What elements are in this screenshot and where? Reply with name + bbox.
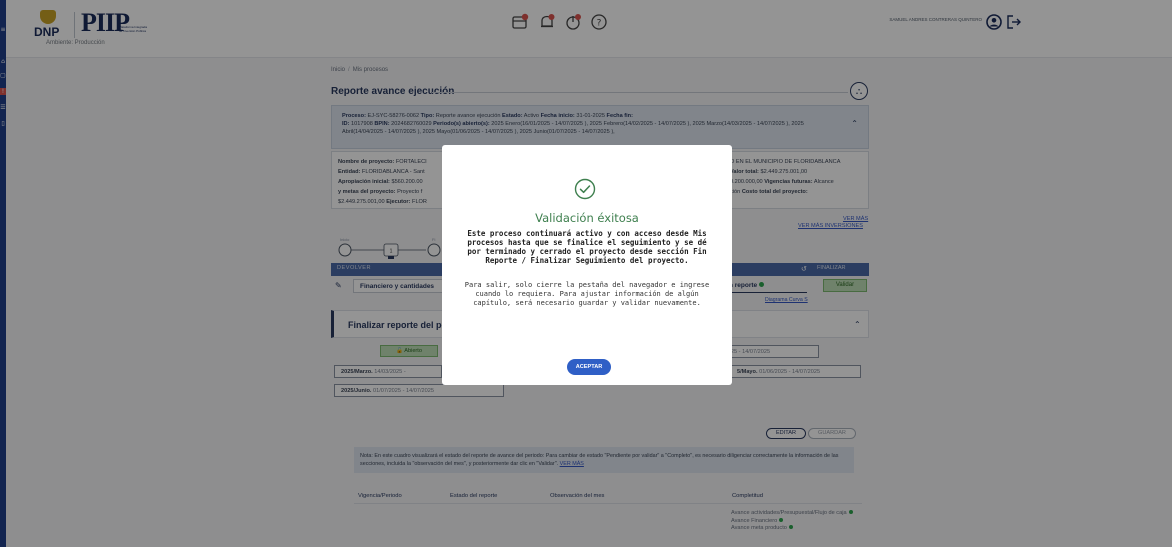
modal-message: Este proceso continuará activo y con acc… [467,229,707,265]
modal-title: Validación éxitosa [535,211,639,225]
success-check-icon [574,178,596,200]
validation-success-modal: Validación éxitosa Este proceso continua… [442,145,732,385]
accept-button[interactable]: ACEPTAR [567,359,611,375]
modal-instructions: Para salir, solo cierre la pestaña del n… [464,281,710,307]
